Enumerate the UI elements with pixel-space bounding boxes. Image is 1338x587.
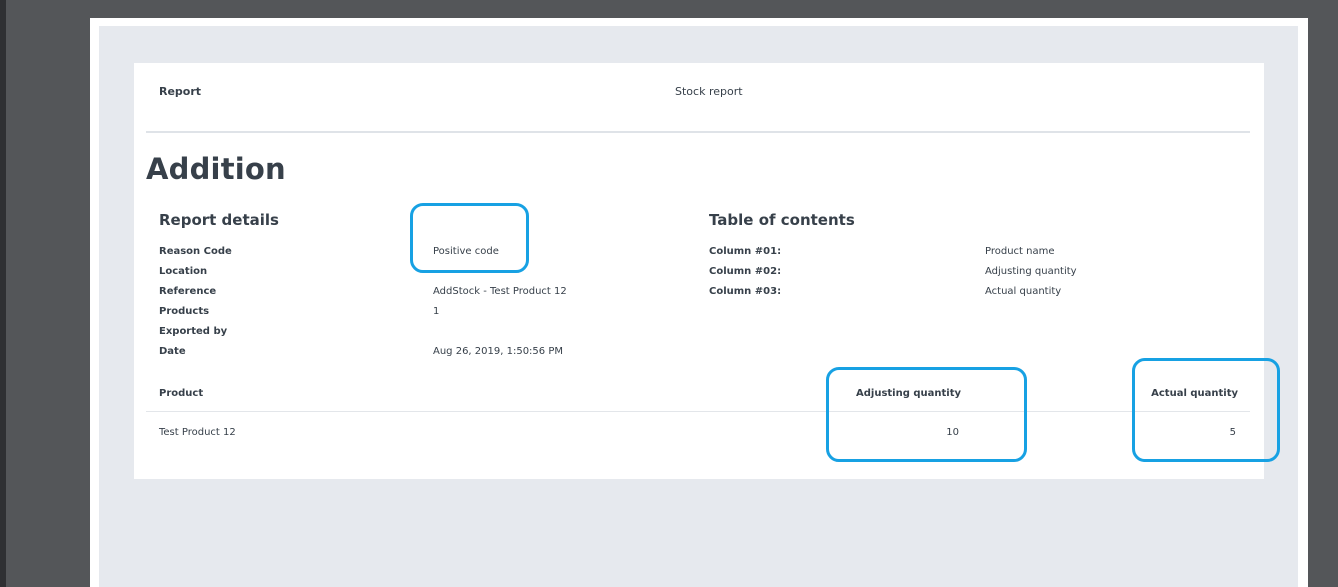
highlight-actual-quantity-column	[1132, 358, 1280, 462]
toc-value-column-3: Actual quantity	[985, 286, 1062, 297]
detail-label-products: Products	[159, 306, 210, 317]
table-header-product: Product	[159, 388, 204, 399]
toc-label-column-3: Column #03:	[709, 286, 782, 297]
detail-value-reference: AddStock - Test Product 12	[433, 286, 567, 297]
detail-label-reference: Reference	[159, 286, 217, 297]
detail-value-products: 1	[433, 306, 440, 317]
report-header-title: Stock report	[675, 85, 743, 98]
detail-value-date: Aug 26, 2019, 1:50:56 PM	[433, 346, 563, 357]
detail-label-location: Location	[159, 266, 208, 277]
table-of-contents-title: Table of contents	[709, 211, 855, 229]
header-divider	[146, 131, 1250, 133]
detail-label-exported-by: Exported by	[159, 326, 228, 337]
report-details-title: Report details	[159, 211, 279, 229]
viewer-edge	[0, 0, 6, 587]
table-cell-product: Test Product 12	[159, 427, 236, 438]
toc-label-column-1: Column #01:	[709, 246, 782, 257]
detail-label-date: Date	[159, 346, 186, 357]
page-title: Addition	[146, 152, 286, 186]
table-divider	[146, 411, 1250, 412]
highlight-adjusting-quantity-column	[826, 367, 1027, 462]
toc-label-column-2: Column #02:	[709, 266, 782, 277]
highlight-reason-code-value	[410, 203, 529, 273]
toc-value-column-1: Product name	[985, 246, 1055, 257]
detail-label-reason-code: Reason Code	[159, 246, 232, 257]
report-header-label: Report	[159, 85, 202, 98]
report-card: Report Stock report Addition Report deta…	[134, 63, 1264, 479]
toc-value-column-2: Adjusting quantity	[985, 266, 1077, 277]
